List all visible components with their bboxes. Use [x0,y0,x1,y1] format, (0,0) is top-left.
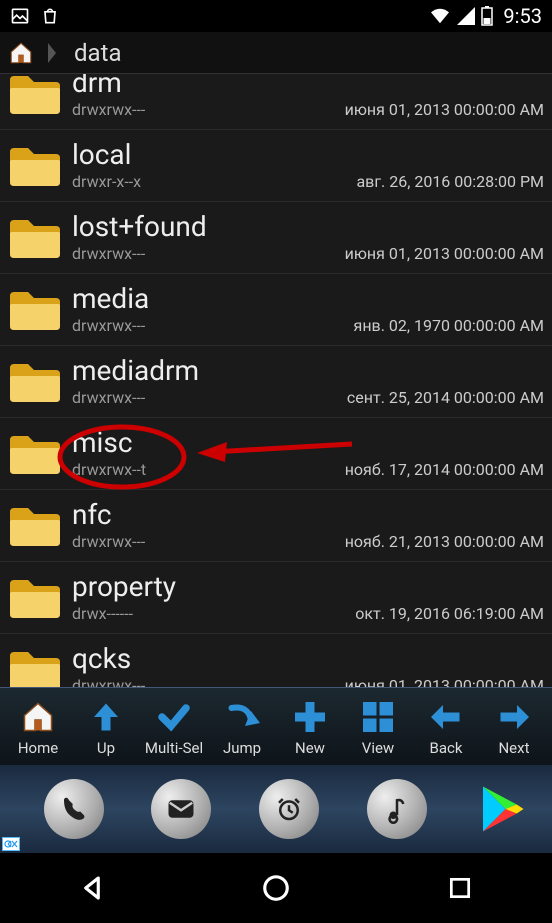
image-icon [10,6,30,26]
folder-row-local[interactable]: local drwxr-x--x авг. 26, 2016 00:28:00 … [0,130,552,202]
nav-home-button[interactable] [258,870,294,906]
view-button[interactable]: View [344,697,412,757]
folder-row-lost+found[interactable]: lost+found drwxrwx--- июня 01, 2013 00:0… [0,202,552,274]
folder-icon [8,648,62,688]
file-date: авг. 26, 2016 00:28:00 PM [356,172,544,191]
folder-row-mediadrm[interactable]: mediadrm drwxrwx--- сент. 25, 2014 00:00… [0,346,552,418]
file-date: июня 01, 2013 00:00:00 AM [345,100,544,119]
file-date: июня 01, 2013 00:00:00 AM [345,676,544,687]
new-button[interactable]: New [276,697,344,757]
toolbar-label: Up [97,739,115,757]
folder-icon [8,504,62,548]
folder-row-property[interactable]: property drwx------ окт. 19, 2016 06:19:… [0,562,552,634]
toolbar-label: Back [430,739,463,757]
file-name: nfc [72,500,544,531]
ad-mail-icon [151,779,211,839]
file-permissions: drwxrwx--- [72,388,145,407]
folder-icon [8,144,62,188]
check-icon [154,697,194,737]
battery-icon [481,6,493,26]
folder-row-media[interactable]: media drwxrwx--- янв. 02, 1970 00:00:00 … [0,274,552,346]
file-date: нояб. 21, 2013 00:00:00 AM [345,532,544,551]
folder-icon [8,360,62,404]
nav-back-button[interactable] [74,870,110,906]
bottom-toolbar: Home Up Multi-Sel Jump New [0,687,552,765]
folder-row-drm[interactable]: drm drwxrwx--- июня 01, 2013 00:00:00 AM [0,74,552,130]
file-permissions: drwxrwx--- [72,244,145,263]
file-permissions: drwxrwx--- [72,676,145,687]
multisel-button[interactable]: Multi-Sel [140,697,208,757]
file-date: нояб. 17, 2014 00:00:00 AM [345,460,544,479]
file-name: qcks [72,644,544,675]
wifi-icon [429,7,451,25]
ad-phone-icon [44,779,104,839]
status-bar: 9:53 [0,0,552,32]
breadcrumb-current[interactable]: data [68,35,128,71]
grid-icon [358,697,398,737]
folder-icon [8,74,62,116]
up-button[interactable]: Up [72,697,140,757]
ad-playstore-icon [474,782,528,836]
folder-row-misc[interactable]: misc drwxrwx--t нояб. 17, 2014 00:00:00 … [0,418,552,490]
clock-text: 9:53 [503,4,542,28]
toolbar-label: View [362,739,394,757]
signal-icon [457,7,475,25]
toolbar-label: Jump [223,739,261,757]
toolbar-label: Next [498,739,529,757]
file-date: июня 01, 2013 00:00:00 AM [345,244,544,263]
file-date: сент. 25, 2014 00:00:00 AM [347,388,544,407]
toolbar-label: New [295,739,325,757]
file-permissions: drwxrwx--- [72,316,145,335]
plus-icon [290,697,330,737]
file-permissions: drwx------ [72,604,133,623]
jump-button[interactable]: Jump [208,697,276,757]
toolbar-label: Multi-Sel [145,739,203,757]
folder-row-qcks[interactable]: qcks drwxrwx--- июня 01, 2013 00:00:00 A… [0,634,552,687]
breadcrumb-home-icon[interactable] [6,38,36,68]
file-permissions: drwxrwx--- [72,532,145,551]
folder-icon [8,216,62,260]
file-permissions: drwxrwx--- [72,100,145,119]
shopping-icon [40,6,60,26]
arrow-left-icon [426,697,466,737]
file-date: янв. 02, 1970 00:00:00 AM [354,316,544,335]
file-name: misc [72,428,544,459]
home-icon [18,697,58,737]
ad-close-button[interactable] [2,837,20,851]
toolbar-label: Home [18,739,58,757]
android-nav-bar [0,853,552,923]
breadcrumb-bar: data [0,32,552,74]
back-button[interactable]: Back [412,697,480,757]
file-name: mediadrm [72,356,544,387]
jump-icon [222,697,262,737]
file-name: local [72,140,544,171]
folder-icon [8,432,62,476]
file-name: media [72,284,544,315]
ad-clock-icon [259,779,319,839]
file-name: property [72,572,544,603]
arrow-up-icon [86,697,126,737]
file-name: lost+found [72,212,544,243]
folder-icon [8,576,62,620]
file-permissions: drwxrwx--t [72,460,146,479]
file-name: drm [72,74,544,98]
file-list[interactable]: drm drwxrwx--- июня 01, 2013 00:00:00 AM… [0,74,552,687]
home-button[interactable]: Home [4,697,72,757]
ad-banner[interactable] [0,765,552,853]
ad-music-icon [367,779,427,839]
file-permissions: drwxr-x--x [72,172,141,191]
file-date: окт. 19, 2016 06:19:00 AM [355,604,544,623]
next-button[interactable]: Next [480,697,548,757]
arrow-right-icon [494,697,534,737]
folder-icon [8,288,62,332]
nav-recent-button[interactable] [442,870,478,906]
breadcrumb-separator-icon [48,43,56,63]
folder-row-nfc[interactable]: nfc drwxrwx--- нояб. 21, 2013 00:00:00 A… [0,490,552,562]
